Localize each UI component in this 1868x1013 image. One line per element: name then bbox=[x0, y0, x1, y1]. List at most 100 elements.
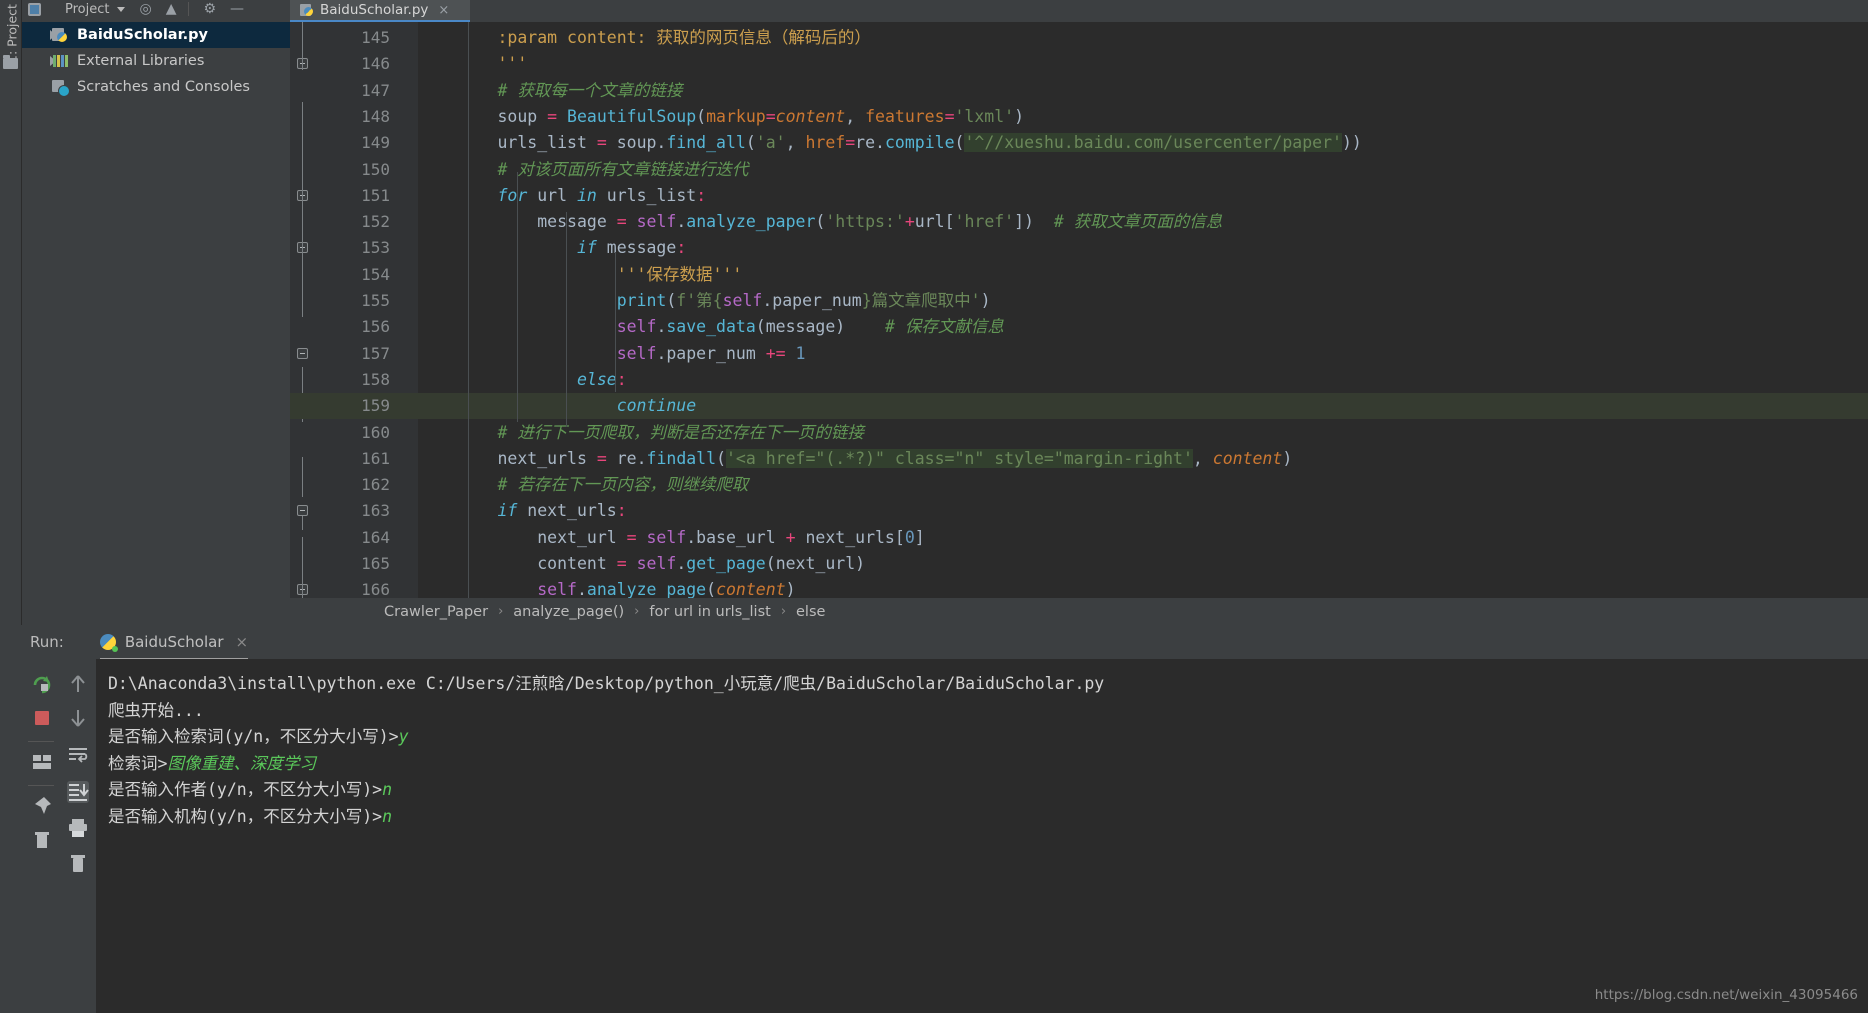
line-number: 162 bbox=[361, 475, 390, 495]
up-arrow-button[interactable] bbox=[67, 673, 89, 695]
close-icon[interactable]: × bbox=[438, 3, 449, 18]
python-file-icon bbox=[52, 27, 70, 43]
code-line[interactable]: 155 print(f'第{self.paper_num}篇文章爬取中') bbox=[290, 288, 1868, 314]
code-text: message = self.analyze_paper('https:'+ur… bbox=[537, 212, 1223, 232]
code-line[interactable]: 157 self.paper_num += 1 bbox=[290, 341, 1868, 367]
sidebar-item-external-libraries[interactable]: External Libraries bbox=[22, 48, 290, 74]
scroll-to-end-button[interactable] bbox=[67, 781, 89, 803]
indent-guide bbox=[615, 252, 616, 392]
line-number: 166 bbox=[361, 580, 390, 598]
locate-icon[interactable]: ◎ bbox=[139, 1, 151, 17]
run-tab-label: BaiduScholar bbox=[124, 633, 224, 651]
line-number: 145 bbox=[361, 28, 390, 47]
indent-guide bbox=[468, 22, 469, 598]
line-number: 156 bbox=[361, 317, 390, 337]
code-line[interactable]: 149 urls_list = soup.find_all('a', href=… bbox=[290, 130, 1868, 156]
line-number: 163 bbox=[361, 501, 390, 521]
code-line[interactable]: 161 next_urls = re.findall('<a href="(.*… bbox=[290, 446, 1868, 472]
code-text: if next_urls: bbox=[497, 501, 627, 521]
delete-button[interactable] bbox=[31, 829, 53, 851]
code-line[interactable]: 145 :param content: 获取的网页信息（解码后的） bbox=[290, 25, 1868, 51]
code-text: next_urls = re.findall('<a href="(.*?)" … bbox=[497, 448, 1293, 468]
console-line: 是否输入检索词(y/n，不区分大小写)>y bbox=[108, 724, 1868, 751]
code-text: if message: bbox=[576, 238, 687, 258]
folder-icon bbox=[3, 55, 18, 69]
breadcrumb-item[interactable]: analyze_page() bbox=[513, 604, 624, 620]
print-button[interactable] bbox=[67, 817, 89, 839]
breadcrumb: Crawler_Paper › analyze_page() › for url in … bbox=[290, 598, 1868, 625]
pin-icon bbox=[34, 797, 51, 814]
gear-icon[interactable]: ⚙ bbox=[203, 1, 216, 17]
code-line[interactable]: 163 if next_urls: bbox=[290, 498, 1868, 524]
code-line[interactable]: 164 next_url = self.base_url + next_urls… bbox=[290, 525, 1868, 551]
code-text: self.save_data(message) # 保存文献信息 bbox=[616, 317, 1004, 337]
line-number: 147 bbox=[361, 80, 390, 100]
console-text: 是否输入作者(y/n，不区分大小写)> bbox=[108, 780, 383, 799]
console-output[interactable]: D:\Anaconda3\install\python.exe C:/Users… bbox=[96, 659, 1868, 1013]
soft-wrap-button[interactable] bbox=[67, 745, 89, 767]
watermark: https://blog.csdn.net/weixin_43095466 bbox=[1594, 987, 1858, 1003]
project-tree: BaiduScholar.py External Libraries Scrat… bbox=[22, 22, 290, 100]
layout-button[interactable] bbox=[31, 751, 53, 773]
code-text: # 获取每一个文章的链接 bbox=[497, 80, 683, 100]
code-editor[interactable]: 145 :param content: 获取的网页信息（解码后的） 146 '''… bbox=[290, 22, 1868, 598]
breadcrumb-item[interactable]: Crawler_Paper bbox=[384, 604, 488, 620]
print-icon bbox=[69, 819, 87, 837]
console-line: D:\Anaconda3\install\python.exe C:/Users… bbox=[108, 671, 1868, 698]
rerun-icon bbox=[33, 676, 51, 694]
code-text: soup = BeautifulSoup(markup=content, fea… bbox=[497, 106, 1025, 126]
code-line[interactable]: 154 '''保存数据''' bbox=[290, 262, 1868, 288]
down-arrow-button[interactable] bbox=[67, 707, 89, 729]
line-number: 165 bbox=[361, 554, 390, 573]
project-header: Project ◎ ▲ ⚙ — bbox=[22, 0, 290, 22]
code-line[interactable]: 147 # 获取每一个文章的链接 bbox=[290, 78, 1868, 104]
run-tool-window: Run: BaiduScholar × D:\Anaconda3\install… bbox=[0, 625, 1868, 1013]
run-tab-baiduscholar[interactable]: BaiduScholar × bbox=[99, 633, 249, 661]
code-line[interactable]: 146 ''' bbox=[290, 51, 1868, 77]
console-user-input: n bbox=[382, 806, 393, 826]
code-line[interactable]: 166 self.analyze_page(content) bbox=[290, 577, 1868, 598]
pin-button[interactable] bbox=[31, 795, 53, 817]
sidebar-item-scratches-and-consoles[interactable]: Scratches and Consoles bbox=[22, 74, 290, 100]
clear-all-button[interactable] bbox=[67, 853, 89, 875]
rerun-button[interactable] bbox=[31, 673, 53, 695]
code-line[interactable]: 148 soup = BeautifulSoup(markup=content,… bbox=[290, 104, 1868, 130]
scratches-icon bbox=[52, 79, 70, 97]
trash-icon bbox=[35, 832, 49, 848]
editor-tab-strip: BaiduScholar.py × bbox=[290, 0, 1868, 22]
trash-icon bbox=[71, 855, 85, 872]
indent-guide bbox=[566, 212, 567, 427]
code-line[interactable]: 158 else: bbox=[290, 367, 1868, 393]
code-line[interactable]: 152 message = self.analyze_paper('https:… bbox=[290, 209, 1868, 235]
code-line[interactable]: 162 # 若存在下一页内容，则继续爬取 bbox=[290, 472, 1868, 498]
code-line[interactable]: 156 self.save_data(message) # 保存文献信息 bbox=[290, 314, 1868, 340]
tab-baiduscholar-py[interactable]: BaiduScholar.py × bbox=[290, 0, 470, 22]
code-text: content = self.get_page(next_url) bbox=[537, 554, 866, 573]
hide-icon[interactable]: — bbox=[230, 1, 244, 17]
code-line[interactable]: 150 # 对该页面所有文章链接进行迭代 bbox=[290, 157, 1868, 183]
code-line[interactable]: 151 for url in urls_list: bbox=[290, 183, 1868, 209]
breadcrumb-item[interactable]: for url in urls_list bbox=[649, 604, 770, 620]
console-user-input: 图像重建、深度学习 bbox=[167, 753, 316, 773]
breadcrumb-separator: › bbox=[634, 604, 640, 619]
code-text: continue bbox=[616, 396, 697, 416]
collapse-all-icon[interactable]: ▲ bbox=[166, 1, 177, 17]
code-text: print(f'第{self.paper_num}篇文章爬取中') bbox=[616, 291, 991, 310]
code-line[interactable]: 159 continue bbox=[290, 393, 1868, 420]
divider bbox=[28, 741, 54, 742]
chevron-down-icon[interactable] bbox=[117, 7, 126, 12]
code-line[interactable]: 160 # 进行下一页爬取，判断是否还存在下一页的链接 bbox=[290, 420, 1868, 446]
breadcrumb-item[interactable]: else bbox=[796, 604, 825, 620]
sidebar-item-baiduscholar[interactable]: BaiduScholar.py bbox=[22, 22, 290, 48]
code-line[interactable]: 165 content = self.get_page(next_url) bbox=[290, 551, 1868, 577]
code-text: else: bbox=[576, 369, 627, 389]
console-text: 是否输入机构(y/n，不区分大小写)> bbox=[108, 806, 383, 826]
line-number: 159 bbox=[361, 396, 390, 416]
line-number: 152 bbox=[361, 212, 390, 232]
close-icon[interactable]: × bbox=[236, 633, 249, 651]
stop-button[interactable] bbox=[31, 707, 53, 729]
line-number: 151 bbox=[361, 185, 390, 205]
console-user-input: n bbox=[382, 780, 393, 799]
code-line[interactable]: 153 if message: bbox=[290, 235, 1868, 261]
console-line: 爬虫开始... bbox=[108, 698, 1868, 725]
